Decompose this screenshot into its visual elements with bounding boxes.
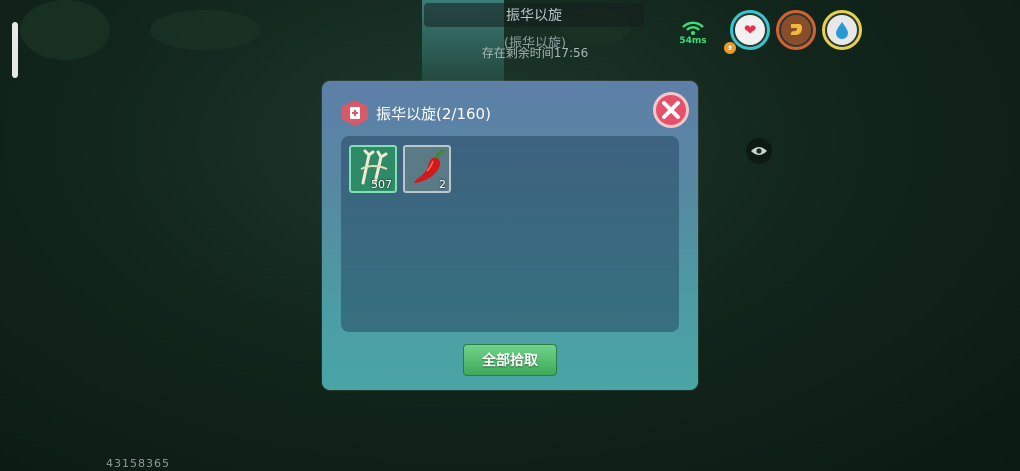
health-gauge[interactable]: ❤ — [730, 10, 770, 50]
dialog-title: 振华以旋(2/160) — [376, 104, 491, 123]
ping-value: 54ms — [679, 36, 707, 46]
heart-icon: ❤ — [735, 15, 765, 45]
close-button[interactable] — [653, 92, 689, 128]
item-quantity: 507 — [371, 178, 392, 191]
close-icon — [662, 101, 680, 119]
wifi-icon — [682, 21, 704, 35]
target-banner: 振华以旋 — [424, 3, 644, 27]
side-menu-handle[interactable] — [12, 22, 18, 78]
eye-icon[interactable] — [746, 138, 772, 164]
item-grid: 507 2 — [341, 136, 679, 332]
loot-dialog: 振华以旋(2/160) 507 2 全部拾取 — [322, 81, 698, 390]
stomach-icon — [781, 15, 811, 45]
player-id: 43158365 — [106, 457, 170, 470]
item-slot-chili[interactable]: 2 — [403, 145, 451, 193]
pet-badge-icon: ᴥ — [724, 42, 736, 54]
dialog-header: 振华以旋(2/160) — [342, 99, 491, 127]
remaining-time-label: 存在剩余时间17:56 — [481, 46, 589, 60]
background-bush — [150, 10, 260, 50]
network-ping: 54ms — [676, 20, 710, 46]
banner-title: 振华以旋 — [506, 8, 562, 24]
hunger-gauge[interactable] — [776, 10, 816, 50]
background-bush — [20, 0, 110, 60]
item-quantity: 2 — [439, 178, 446, 191]
collect-all-button[interactable]: 全部拾取 — [463, 344, 557, 376]
thirst-gauge[interactable] — [822, 10, 862, 50]
item-slot-bones[interactable]: 507 — [349, 145, 397, 193]
container-icon — [342, 100, 368, 126]
water-drop-icon — [827, 15, 857, 45]
